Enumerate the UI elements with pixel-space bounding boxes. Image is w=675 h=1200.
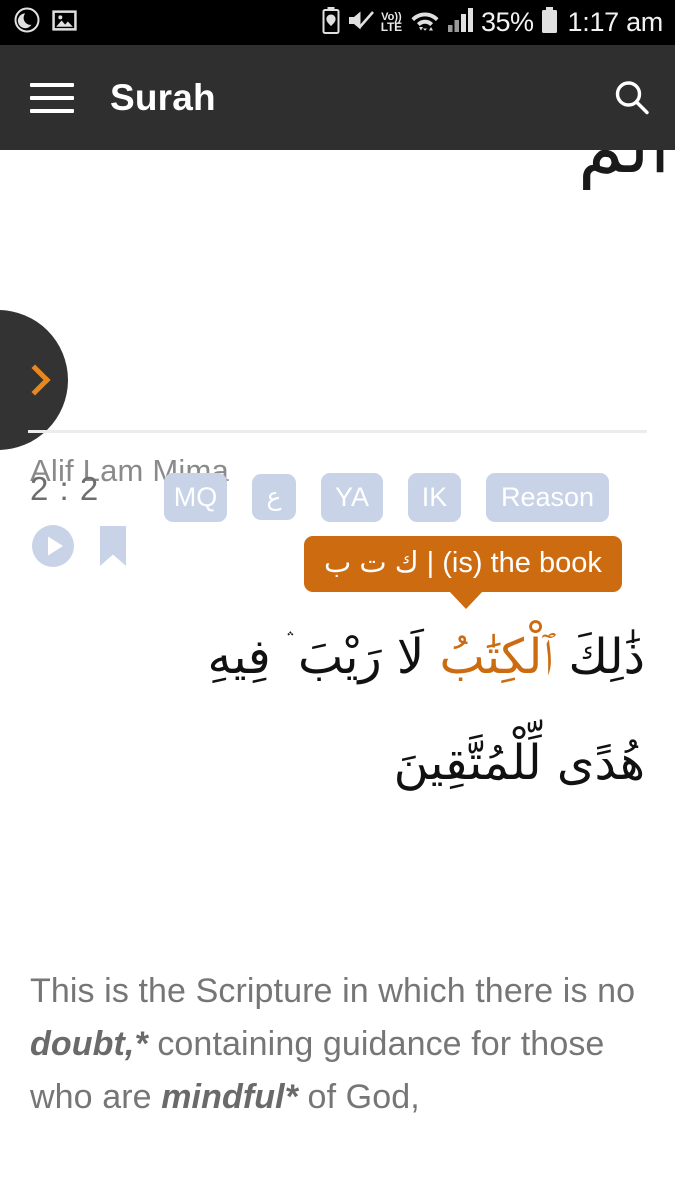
tag-ya[interactable]: YA (321, 473, 383, 522)
status-bar: Vo)) LTE 35% 1:17 am (0, 0, 675, 45)
arabic-highlighted-word[interactable]: ٱلْكِتَٰبُ (440, 629, 554, 685)
verse-translation-text: This is the Scripture in which there is … (30, 965, 645, 1124)
battery-percent-label: 35% (480, 7, 534, 37)
battery-icon (541, 6, 558, 39)
section-divider (28, 430, 647, 433)
arabic-segment-pre: ذَٰلِكَ (553, 629, 645, 685)
verse-arabic-line-2: هُدًى لِّلْمُتَّقِينَ (393, 734, 645, 791)
status-bar-left-icons (14, 7, 77, 38)
verse-action-icons (30, 523, 128, 569)
verse-tag-row: MQ ع YA IK Reason (164, 473, 609, 522)
screenshot-image-icon (52, 8, 77, 38)
page-title: Surah (110, 76, 216, 118)
volte-icon: Vo)) LTE (380, 11, 402, 35)
clock-label: 1:17 am (567, 7, 664, 37)
tag-ain[interactable]: ع (252, 474, 296, 521)
translation-bold-doubt: doubt,* (30, 1025, 148, 1064)
bookmark-icon[interactable] (98, 524, 128, 568)
hamburger-line (30, 108, 74, 113)
search-icon[interactable] (611, 77, 653, 119)
word-gloss-text: ك ت ب | (is) the book (324, 547, 602, 579)
chevron-right-icon (19, 364, 51, 396)
app-bar: Surah (0, 45, 675, 150)
tag-ik[interactable]: IK (408, 473, 461, 522)
word-gloss-tooltip[interactable]: ك ت ب | (is) the book (304, 536, 622, 610)
volte-bottom-label: LTE (380, 20, 402, 35)
verse-arabic-text[interactable]: ذَٰلِكَ ٱلْكِتَٰبُ لَا رَيْبَ ۛ فِيهِ هُ… (0, 605, 675, 816)
play-circle-icon[interactable] (30, 523, 76, 569)
hamburger-line (30, 95, 74, 100)
tag-reason[interactable]: Reason (486, 473, 609, 522)
translation-bold-mindful: mindful* (161, 1078, 299, 1117)
hamburger-line (30, 82, 74, 87)
wifi-icon (409, 7, 441, 38)
battery-saver-icon (322, 6, 340, 39)
do-not-disturb-moon-icon (14, 7, 40, 38)
status-bar-right-icons: Vo)) LTE 35% 1:17 am (322, 6, 664, 39)
hamburger-menu-icon[interactable] (30, 82, 74, 113)
mute-icon (347, 8, 374, 38)
translation-segment-1: This is the Scripture in which there is … (30, 972, 636, 1010)
previous-verse-arabic-remnant: الم (578, 150, 670, 190)
surah-content-area: الم Alif Lam Mima 2 : 2 MQ ع YA (0, 150, 675, 1200)
translation-segment-3: of God, (298, 1078, 420, 1117)
signal-icon (447, 7, 474, 38)
verse-number-label: 2 : 2 (30, 470, 100, 507)
next-verse-circle-button[interactable] (0, 310, 68, 450)
verse-arabic-line-1: ذَٰلِكَ ٱلْكِتَٰبُ لَا رَيْبَ ۛ فِيهِ (30, 605, 645, 711)
arabic-segment-post: لَا رَيْبَ ۛ فِيهِ (207, 629, 440, 685)
tag-mq[interactable]: MQ (164, 473, 227, 522)
